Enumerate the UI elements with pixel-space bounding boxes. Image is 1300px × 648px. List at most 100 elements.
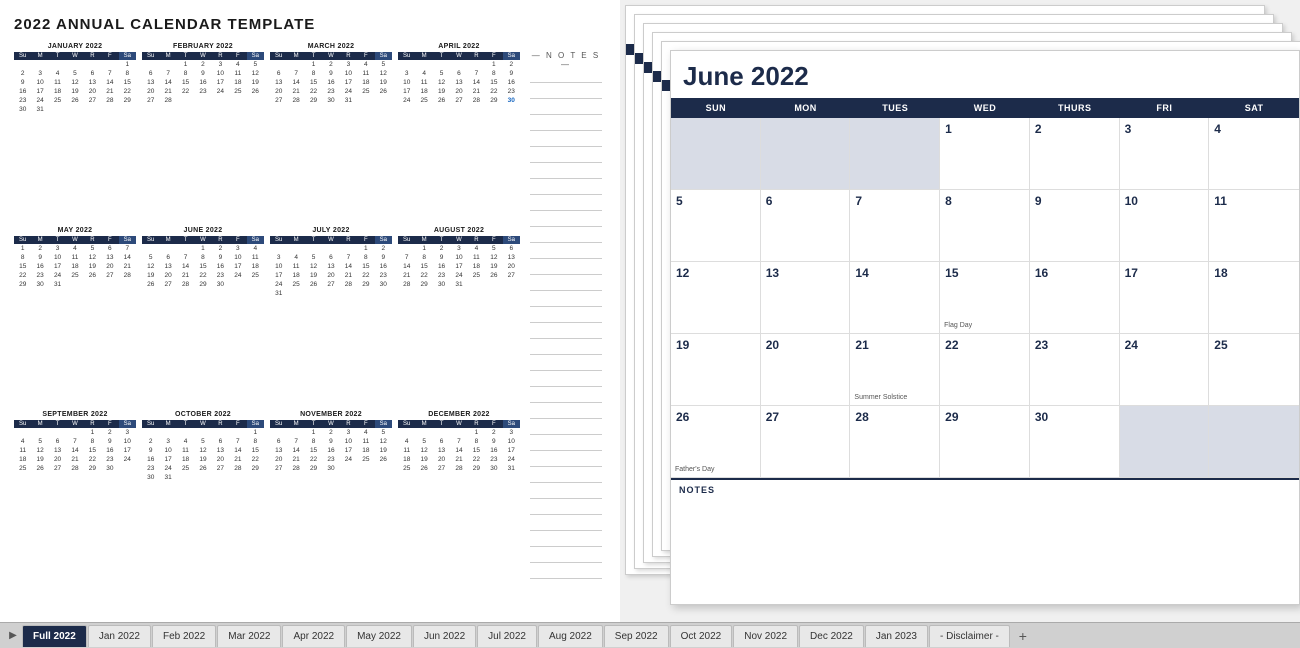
june-week: 19 20 21 Summer Solstice 22 23 24 25 bbox=[671, 334, 1299, 406]
day-number: 15 bbox=[945, 266, 958, 280]
day-number: 23 bbox=[1035, 338, 1048, 352]
june-day bbox=[671, 118, 761, 189]
notes-line bbox=[530, 249, 602, 259]
notes-lines bbox=[530, 73, 602, 579]
day-number: 18 bbox=[1214, 266, 1227, 280]
june-week: 1234 bbox=[671, 118, 1299, 190]
tab-jun-2022[interactable]: Jun 2022 bbox=[413, 625, 476, 647]
notes-line bbox=[530, 489, 602, 499]
mini-month: JUNE 2022SuMTWRFSa1234567891011121314151… bbox=[142, 227, 264, 403]
june-col-header: WED bbox=[940, 98, 1030, 118]
tab-jul-2022[interactable]: Jul 2022 bbox=[477, 625, 537, 647]
main-area: 2022 ANNUAL CALENDAR TEMPLATE JANUARY 20… bbox=[0, 0, 1300, 622]
june-day: 10 bbox=[1120, 190, 1210, 261]
notes-line bbox=[530, 441, 602, 451]
day-number: 12 bbox=[676, 266, 689, 280]
june-header: June 2022 bbox=[671, 51, 1299, 98]
june-calendar: June 2022 SUNMONTUESWEDTHURSFRISAT 12345… bbox=[670, 50, 1300, 605]
tab-may-2022[interactable]: May 2022 bbox=[346, 625, 412, 647]
tab-sep-2022[interactable]: Sep 2022 bbox=[604, 625, 669, 647]
day-event: Flag Day bbox=[944, 322, 972, 329]
june-day: 3 bbox=[1120, 118, 1210, 189]
notes-line bbox=[530, 329, 602, 339]
tab---disclaimer--[interactable]: - Disclaimer - bbox=[929, 625, 1010, 647]
june-day: 17 bbox=[1120, 262, 1210, 333]
tab-jan-2022[interactable]: Jan 2022 bbox=[88, 625, 151, 647]
notes-line bbox=[530, 297, 602, 307]
notes-line bbox=[530, 569, 602, 579]
june-day: 28 bbox=[850, 406, 940, 477]
tab-mar-2022[interactable]: Mar 2022 bbox=[217, 625, 281, 647]
june-day: 29 bbox=[940, 406, 1030, 477]
notes-line bbox=[530, 361, 602, 371]
mini-month-title: JULY 2022 bbox=[270, 227, 392, 234]
day-number: 17 bbox=[1125, 266, 1138, 280]
day-number: 14 bbox=[855, 266, 868, 280]
june-day: 13 bbox=[761, 262, 851, 333]
june-week: 567891011 bbox=[671, 190, 1299, 262]
june-day: 16 bbox=[1030, 262, 1120, 333]
notes-label: — N O T E S — bbox=[530, 51, 602, 69]
day-number: 24 bbox=[1125, 338, 1138, 352]
day-event: Father's Day bbox=[675, 466, 714, 473]
day-number: 28 bbox=[855, 410, 868, 424]
june-day: 5 bbox=[671, 190, 761, 261]
day-number: 19 bbox=[676, 338, 689, 352]
june-day bbox=[1120, 406, 1210, 477]
mini-month-title: MARCH 2022 bbox=[270, 43, 392, 50]
day-number: 27 bbox=[766, 410, 779, 424]
june-day: 19 bbox=[671, 334, 761, 405]
tab-aug-2022[interactable]: Aug 2022 bbox=[538, 625, 603, 647]
tab-nov-2022[interactable]: Nov 2022 bbox=[733, 625, 798, 647]
tab-dec-2022[interactable]: Dec 2022 bbox=[799, 625, 864, 647]
day-number: 9 bbox=[1035, 194, 1042, 208]
mini-month: FEBRUARY 2022SuMTWRFSa123456789101112131… bbox=[142, 43, 264, 219]
june-day: 6 bbox=[761, 190, 851, 261]
june-day: 20 bbox=[761, 334, 851, 405]
notes-line bbox=[530, 185, 602, 195]
june-day: 14 bbox=[850, 262, 940, 333]
june-col-header: SUN bbox=[671, 98, 761, 118]
day-number: 16 bbox=[1035, 266, 1048, 280]
day-event: Summer Solstice bbox=[854, 394, 907, 401]
day-number: 21 bbox=[855, 338, 868, 352]
mini-month: SEPTEMBER 2022SuMTWRFSa12345678910111213… bbox=[14, 411, 136, 587]
day-number: 29 bbox=[945, 410, 958, 424]
june-day: 2 bbox=[1030, 118, 1120, 189]
tab-feb-2022[interactable]: Feb 2022 bbox=[152, 625, 216, 647]
day-number: 7 bbox=[855, 194, 862, 208]
mini-month-title: OCTOBER 2022 bbox=[142, 411, 264, 418]
june-day: 25 bbox=[1209, 334, 1299, 405]
june-col-header: MON bbox=[761, 98, 851, 118]
june-day: 18 bbox=[1209, 262, 1299, 333]
left-panel: 2022 ANNUAL CALENDAR TEMPLATE JANUARY 20… bbox=[0, 0, 620, 622]
notes-line bbox=[530, 425, 602, 435]
june-day: 26Father's Day bbox=[671, 406, 761, 477]
june-day: 4 bbox=[1209, 118, 1299, 189]
notes-line bbox=[530, 313, 602, 323]
june-day: 8 bbox=[940, 190, 1030, 261]
june-col-header: TUES bbox=[850, 98, 940, 118]
mini-month-title: JANUARY 2022 bbox=[14, 43, 136, 50]
tab-scroll-left[interactable]: ▶ bbox=[4, 627, 22, 645]
june-day: 21 Summer Solstice bbox=[850, 334, 940, 405]
day-number: 6 bbox=[766, 194, 773, 208]
tab-jan-2023[interactable]: Jan 2023 bbox=[865, 625, 928, 647]
day-number: 8 bbox=[945, 194, 952, 208]
june-week: 26Father's Day 27 28 29 30 bbox=[671, 406, 1299, 478]
june-col-header: SAT bbox=[1209, 98, 1299, 118]
notes-line bbox=[530, 553, 602, 563]
mini-month: AUGUST 2022SuMTWRFSa12345678910111213141… bbox=[398, 227, 520, 403]
tab-oct-2022[interactable]: Oct 2022 bbox=[670, 625, 733, 647]
day-number: 3 bbox=[1125, 122, 1132, 136]
day-number: 22 bbox=[945, 338, 958, 352]
tab-apr-2022[interactable]: Apr 2022 bbox=[282, 625, 345, 647]
tab-full-2022[interactable]: Full 2022 bbox=[22, 625, 87, 647]
tab-bar: ▶ Full 2022Jan 2022Feb 2022Mar 2022Apr 2… bbox=[0, 622, 1300, 648]
june-notes: NOTES bbox=[671, 478, 1299, 500]
mini-month: DECEMBER 2022SuMTWRFSa123456789101112131… bbox=[398, 411, 520, 587]
june-day: 30 bbox=[1030, 406, 1120, 477]
tab-add-button[interactable]: + bbox=[1013, 626, 1033, 646]
mini-month: MAY 2022SuMTWRFSa12345678910111213141516… bbox=[14, 227, 136, 403]
mini-month: APRIL 2022SuMTWRFSa123456789101112131415… bbox=[398, 43, 520, 219]
